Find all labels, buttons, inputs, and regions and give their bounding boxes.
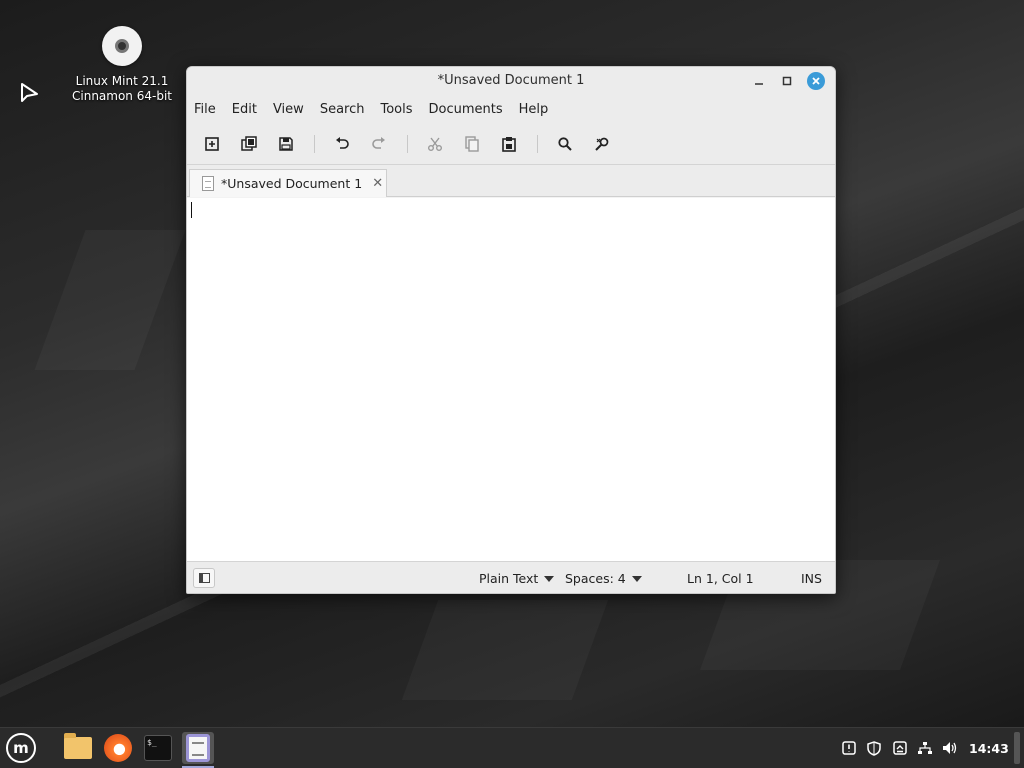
cut-icon	[428, 137, 442, 151]
minimize-icon	[755, 83, 763, 85]
paste-icon	[502, 136, 516, 152]
title-bar[interactable]: *Unsaved Document 1	[187, 67, 835, 95]
indentation-label: Spaces: 4	[565, 571, 626, 586]
shield-icon[interactable]	[866, 740, 882, 756]
insert-mode: INS	[801, 571, 822, 586]
search-icon	[558, 136, 572, 151]
cut-button[interactable]	[422, 131, 448, 157]
close-button[interactable]	[807, 72, 825, 90]
window-title: *Unsaved Document 1	[437, 73, 585, 88]
terminal-icon: $_	[144, 735, 172, 761]
volume-icon[interactable]	[942, 740, 958, 756]
save-button[interactable]	[273, 131, 299, 157]
desktop-icon-label-line2: Cinnamon 64-bit	[72, 89, 172, 103]
replace-icon	[595, 137, 609, 151]
tab-bar: *Unsaved Document 1 ✕	[187, 165, 835, 197]
chevron-down-icon	[631, 575, 642, 582]
undo-button[interactable]	[329, 131, 355, 157]
new-document-button[interactable]	[199, 131, 225, 157]
chevron-down-icon	[544, 575, 555, 582]
file-manager-icon	[64, 733, 92, 759]
cursor-position-label: Ln 1, Col 1	[687, 571, 754, 586]
taskbar-text-editor[interactable]	[182, 732, 214, 768]
minimize-button[interactable]	[750, 72, 768, 90]
document-icon	[202, 176, 214, 191]
save-icon	[279, 136, 293, 151]
copy-icon	[465, 135, 479, 152]
show-desktop-button[interactable]	[1014, 732, 1020, 764]
start-menu-button[interactable]: m	[5, 732, 37, 764]
menu-view[interactable]: View	[273, 102, 312, 117]
side-panel-toggle-button[interactable]	[193, 568, 215, 588]
new-document-icon	[205, 136, 219, 151]
paste-button[interactable]	[496, 131, 522, 157]
menu-help[interactable]: Help	[519, 102, 557, 117]
desktop-icon-linux-mint[interactable]: Linux Mint 21.1 Cinnamon 64-bit	[62, 26, 182, 104]
maximize-button[interactable]	[778, 72, 796, 90]
toolbar	[187, 123, 835, 165]
notification-icon[interactable]	[841, 740, 857, 756]
clock[interactable]: 14:43	[969, 741, 1009, 756]
text-caret	[191, 202, 192, 218]
undo-icon	[336, 136, 349, 149]
menu-documents[interactable]: Documents	[429, 102, 511, 117]
text-editor-area[interactable]	[187, 198, 835, 562]
text-editor-window: *Unsaved Document 1 File Edit View Searc…	[186, 66, 836, 594]
menu-tools[interactable]: Tools	[380, 102, 420, 117]
replace-button[interactable]	[589, 131, 615, 157]
menu-edit[interactable]: Edit	[232, 102, 265, 117]
desktop-icon-label-line1: Linux Mint 21.1	[75, 74, 169, 88]
network-icon[interactable]	[917, 740, 933, 756]
insert-mode-label: INS	[801, 571, 822, 586]
firefox-icon	[104, 734, 132, 762]
open-document-button[interactable]	[236, 131, 262, 157]
cursor-position: Ln 1, Col 1	[687, 571, 754, 586]
taskbar-firefox[interactable]	[102, 732, 134, 764]
tab-close-icon[interactable]: ✕	[372, 176, 383, 191]
cd-icon	[102, 26, 142, 66]
language-label: Plain Text	[479, 571, 539, 586]
menu-icon: m	[6, 733, 36, 763]
text-editor-icon	[186, 734, 210, 762]
taskbar-terminal[interactable]: $_	[142, 732, 174, 764]
copy-button[interactable]	[459, 131, 485, 157]
redo-button[interactable]	[366, 131, 392, 157]
close-icon	[812, 77, 820, 85]
toolbar-separator	[314, 134, 315, 153]
taskbar: m $_ 14:43	[0, 727, 1024, 768]
search-button[interactable]	[552, 131, 578, 157]
toolbar-separator	[537, 134, 538, 153]
side-panel-icon	[198, 573, 210, 583]
menu-bar: File Edit View Search Tools Documents He…	[187, 95, 835, 123]
redo-icon	[372, 136, 385, 149]
maximize-icon	[782, 76, 792, 86]
toolbar-separator	[407, 134, 408, 153]
mouse-cursor-icon	[21, 83, 38, 102]
status-bar: Plain Text Spaces: 4 Ln 1, Col 1 INS	[187, 561, 835, 593]
update-icon[interactable]	[892, 740, 908, 756]
tab-unsaved-document-1[interactable]: *Unsaved Document 1 ✕	[189, 169, 387, 197]
tab-label: *Unsaved Document 1	[221, 176, 363, 191]
indentation-selector[interactable]: Spaces: 4	[565, 571, 642, 586]
menu-search[interactable]: Search	[320, 102, 373, 117]
menu-file[interactable]: File	[194, 102, 224, 117]
taskbar-file-manager[interactable]	[62, 732, 94, 764]
open-document-icon	[241, 135, 257, 151]
language-selector[interactable]: Plain Text	[479, 571, 555, 586]
